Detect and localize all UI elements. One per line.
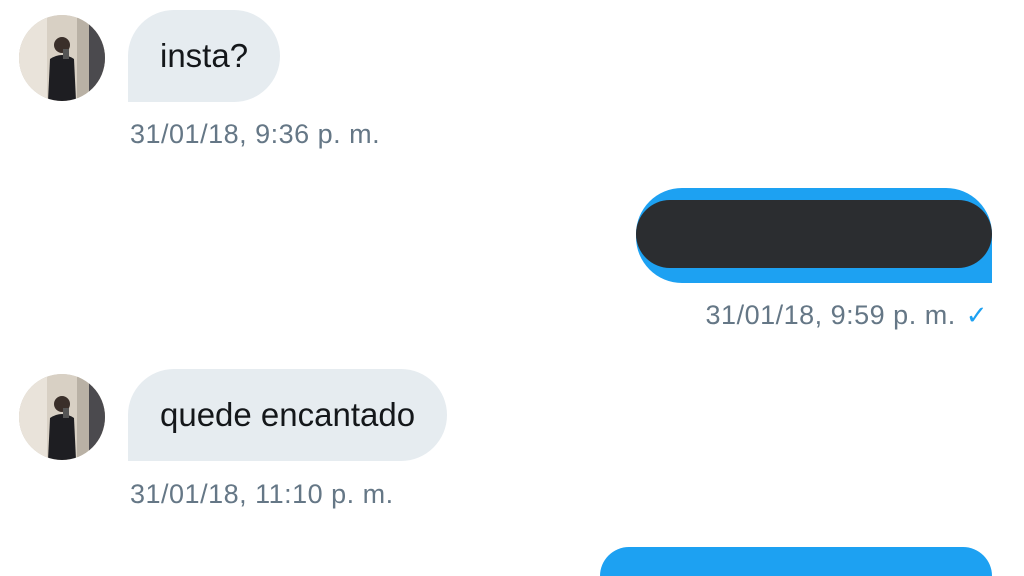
message-timestamp-row: 31/01/18, 9:59 p. m. ✓ [706, 300, 988, 331]
incoming-message-bubble[interactable]: insta? [128, 10, 281, 102]
outgoing-message-bubble[interactable] [636, 188, 992, 283]
incoming-message-bubble[interactable]: quede encantado [128, 369, 448, 461]
message-text: quede encantado [160, 396, 416, 433]
message-timestamp: 31/01/18, 9:36 p. m. [130, 119, 381, 149]
contact-avatar[interactable] [19, 15, 105, 101]
redacted-content [636, 200, 992, 268]
contact-avatar[interactable] [19, 374, 105, 460]
message-timestamp: 31/01/18, 11:10 p. m. [130, 479, 394, 509]
message-timestamp: 31/01/18, 9:59 p. m. [705, 300, 956, 330]
message-thread: insta? 31/01/18, 9:36 p. m. 31/01/18, 9:… [0, 0, 1024, 576]
message-text: insta? [160, 37, 249, 74]
outgoing-message-bubble[interactable] [600, 547, 992, 576]
contact-photo [19, 15, 105, 101]
check-icon: ✓ [965, 300, 988, 330]
contact-photo [19, 374, 105, 460]
